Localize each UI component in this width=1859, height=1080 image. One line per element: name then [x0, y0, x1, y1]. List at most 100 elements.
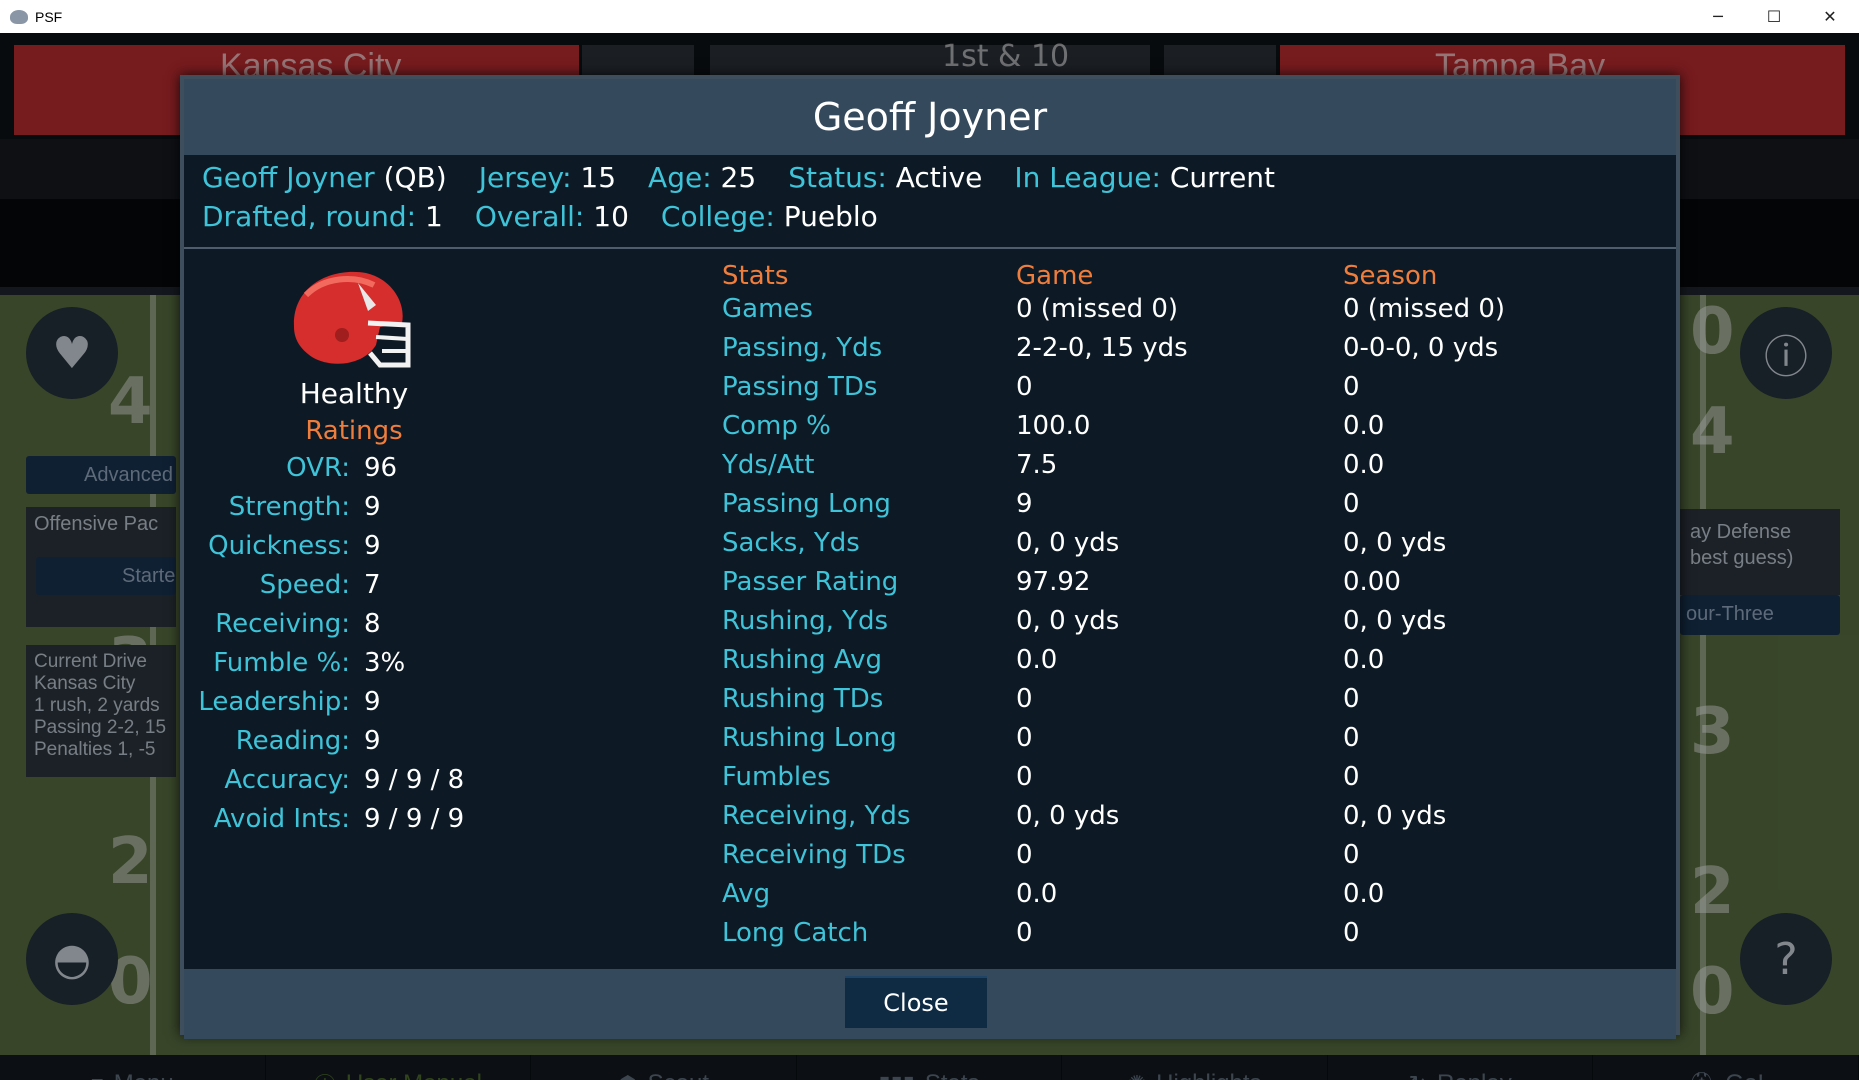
rating-row: Quickness: 9: [184, 531, 724, 570]
status-label: Status:: [788, 161, 887, 194]
stat-season-value: 0, 0 yds: [1343, 606, 1447, 636]
stat-season-value: 0.0: [1343, 450, 1385, 480]
stat-row: Receiving, Yds 0, 0 yds 0, 0 yds: [722, 801, 1672, 840]
dialog-title: Geoff Joyner: [812, 95, 1048, 139]
rating-value: 9: [364, 726, 381, 756]
stat-season-value: 0 (missed 0): [1343, 294, 1506, 324]
stat-name: Passing, Yds: [722, 333, 883, 363]
close-icon: ✕: [1823, 7, 1837, 26]
college-value: Pueblo: [783, 200, 878, 233]
stat-season-value: 0, 0 yds: [1343, 528, 1447, 558]
stat-row: Rushing TDs 0 0: [722, 684, 1672, 723]
stat-name: Yds/Att: [722, 450, 815, 480]
stat-name: Passing TDs: [722, 372, 878, 402]
stat-game-value: 0 (missed 0): [1016, 294, 1179, 324]
stat-game-value: 100.0: [1016, 411, 1091, 441]
window-close-button[interactable]: ✕: [1802, 0, 1858, 33]
rating-value: 8: [364, 609, 381, 639]
stat-season-value: 0: [1343, 762, 1360, 792]
stats-header: Stats: [722, 261, 789, 291]
minimize-icon: ─: [1713, 7, 1723, 26]
maximize-button[interactable]: ☐: [1746, 0, 1802, 33]
close-button[interactable]: Close: [845, 976, 987, 1028]
stat-name: Games: [722, 294, 813, 324]
stat-row: Passing, Yds 2-2-0, 15 yds 0-0-0, 0 yds: [722, 333, 1672, 372]
stat-game-value: 0: [1016, 372, 1033, 402]
stat-season-value: 0, 0 yds: [1343, 801, 1447, 831]
stat-game-value: 0.0: [1016, 879, 1058, 909]
stat-season-value: 0: [1343, 723, 1360, 753]
rating-row: Strength: 9: [184, 492, 724, 531]
stat-season-value: 0: [1343, 684, 1360, 714]
stat-name: Passer Rating: [722, 567, 899, 597]
stat-game-value: 0, 0 yds: [1016, 528, 1120, 558]
player-ratings-column: Healthy Ratings OVR: 96 Strength: 9 Quickn…: [184, 251, 724, 961]
stat-game-value: 0: [1016, 918, 1033, 948]
rating-label: Speed:: [259, 570, 350, 600]
stat-game-value: 0, 0 yds: [1016, 606, 1120, 636]
stat-row: Passing TDs 0 0: [722, 372, 1672, 411]
rating-label: OVR:: [286, 453, 350, 483]
rating-label: Accuracy:: [224, 765, 350, 795]
rating-label: Fumble %:: [213, 648, 350, 678]
stats-table: Stats Game Season Games 0 (missed 0) 0 (mi…: [722, 251, 1672, 951]
league-label: In League:: [1014, 161, 1161, 194]
ratings-heading: Ratings: [305, 416, 403, 446]
stat-row: Avg 0.0 0.0: [722, 879, 1672, 918]
rating-label: Quickness:: [208, 531, 350, 561]
stat-season-value: 0: [1343, 372, 1360, 402]
stat-season-value: 0: [1343, 489, 1360, 519]
stat-row: Passer Rating 97.92 0.00: [722, 567, 1672, 606]
rating-value: 9 / 9 / 9: [364, 804, 465, 834]
stat-row: Long Catch 0 0: [722, 918, 1672, 957]
stat-season-value: 0-0-0, 0 yds: [1343, 333, 1499, 363]
drafted-label: Drafted, round:: [202, 200, 417, 233]
stat-name: Long Catch: [722, 918, 869, 948]
stat-name: Receiving TDs: [722, 840, 906, 870]
dialog-header: Geoff Joyner: [184, 79, 1676, 155]
status-value: Active: [895, 161, 983, 194]
stat-season-value: 0.0: [1343, 645, 1385, 675]
rating-row: Speed: 7: [184, 570, 724, 609]
rating-row: Accuracy: 9 / 9 / 8: [184, 765, 724, 804]
rating-label: Avoid Ints:: [213, 804, 350, 834]
stat-row: Passing Long 9 0: [722, 489, 1672, 528]
rating-row: Fumble %: 3%: [184, 648, 724, 687]
stat-name: Rushing Long: [722, 723, 897, 753]
rating-row: Leadership: 9: [184, 687, 724, 726]
maximize-icon: ☐: [1766, 7, 1782, 26]
season-header: Season: [1343, 261, 1438, 291]
rating-value: 9: [364, 492, 381, 522]
stat-name: Rushing, Yds: [722, 606, 889, 636]
player-info-row-2: Drafted, round: 1 Overall: 10 College: P…: [202, 200, 910, 233]
age-label: Age:: [648, 161, 712, 194]
player-name: Geoff Joyner: [202, 161, 375, 194]
stat-name: Avg: [722, 879, 771, 909]
rating-row: Reading: 9: [184, 726, 724, 765]
stat-season-value: 0.00: [1343, 567, 1401, 597]
minimize-button[interactable]: ─: [1690, 0, 1746, 33]
jersey-value: 15: [580, 161, 617, 194]
rating-value: 3%: [364, 648, 406, 678]
helmet-icon: [293, 271, 411, 368]
drafted-value: 1: [425, 200, 443, 233]
stat-name: Sacks, Yds: [722, 528, 860, 558]
rating-value: 96: [364, 453, 398, 483]
stat-season-value: 0: [1343, 918, 1360, 948]
stat-row: Receiving TDs 0 0: [722, 840, 1672, 879]
stat-game-value: 97.92: [1016, 567, 1091, 597]
stat-game-value: 0: [1016, 684, 1033, 714]
stat-game-value: 0.0: [1016, 645, 1058, 675]
league-value: Current: [1169, 161, 1276, 194]
rating-value: 9: [364, 687, 381, 717]
stat-name: Passing Long: [722, 489, 891, 519]
stat-game-value: 9: [1016, 489, 1033, 519]
stat-game-value: 0: [1016, 840, 1033, 870]
stat-season-value: 0.0: [1343, 411, 1385, 441]
game-header: Game: [1016, 261, 1094, 291]
college-label: College:: [660, 200, 775, 233]
overall-value: 10: [593, 200, 629, 233]
rating-label: Reading:: [235, 726, 350, 756]
app-logo-icon: [10, 9, 28, 24]
rating-value: 9 / 9 / 8: [364, 765, 465, 795]
